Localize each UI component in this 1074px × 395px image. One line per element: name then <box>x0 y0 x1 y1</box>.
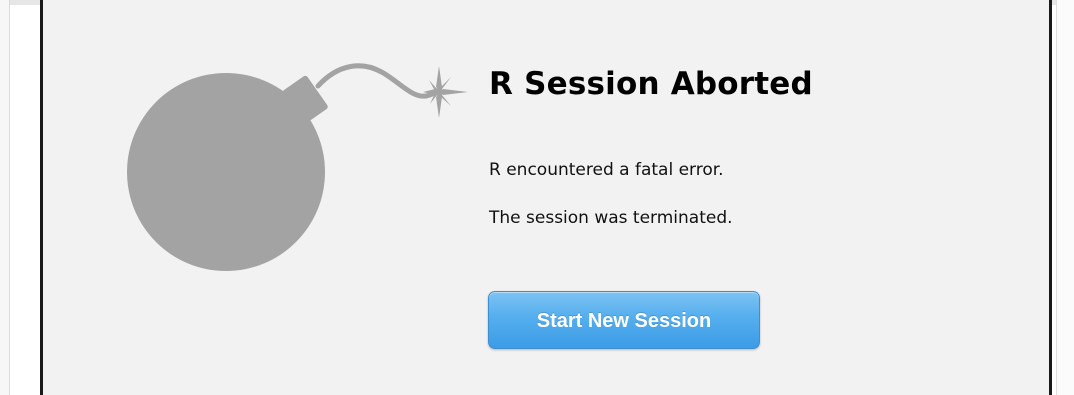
left-gutter <box>0 0 10 395</box>
window: R Session Aborted R encountered a fatal … <box>0 0 1074 395</box>
error-message-line-2: The session was terminated. <box>489 208 733 228</box>
page-title: R Session Aborted <box>489 66 813 102</box>
start-new-session-button[interactable]: Start New Session <box>488 291 760 349</box>
right-gutter <box>1056 0 1074 395</box>
bomb-icon <box>127 63 468 271</box>
error-message-line-1: R encountered a fatal error. <box>489 160 724 180</box>
